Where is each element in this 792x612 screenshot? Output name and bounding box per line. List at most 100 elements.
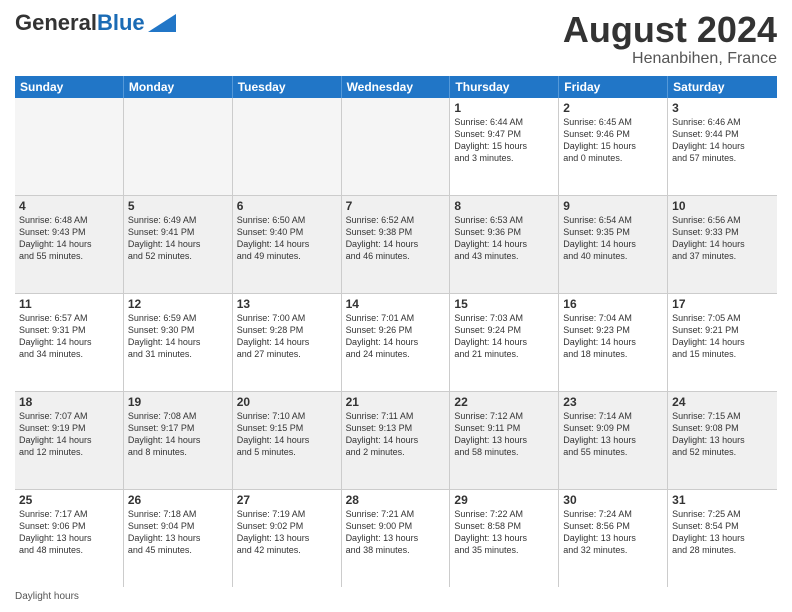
- calendar-cell: 26Sunrise: 7:18 AM Sunset: 9:04 PM Dayli…: [124, 490, 233, 587]
- day-number: 14: [346, 297, 446, 311]
- calendar-cell: 20Sunrise: 7:10 AM Sunset: 9:15 PM Dayli…: [233, 392, 342, 489]
- cell-info: Sunrise: 7:07 AM Sunset: 9:19 PM Dayligh…: [19, 410, 119, 459]
- calendar-cell: [233, 98, 342, 195]
- calendar: SundayMondayTuesdayWednesdayThursdayFrid…: [15, 76, 777, 587]
- day-number: 28: [346, 493, 446, 507]
- calendar-cell: [15, 98, 124, 195]
- cell-info: Sunrise: 6:56 AM Sunset: 9:33 PM Dayligh…: [672, 214, 773, 263]
- calendar-cell: 12Sunrise: 6:59 AM Sunset: 9:30 PM Dayli…: [124, 294, 233, 391]
- cell-info: Sunrise: 7:17 AM Sunset: 9:06 PM Dayligh…: [19, 508, 119, 557]
- day-number: 24: [672, 395, 773, 409]
- day-number: 27: [237, 493, 337, 507]
- cell-info: Sunrise: 6:59 AM Sunset: 9:30 PM Dayligh…: [128, 312, 228, 361]
- location: Henanbihen, France: [563, 50, 777, 68]
- cell-info: Sunrise: 7:12 AM Sunset: 9:11 PM Dayligh…: [454, 410, 554, 459]
- cell-info: Sunrise: 7:25 AM Sunset: 8:54 PM Dayligh…: [672, 508, 773, 557]
- day-number: 21: [346, 395, 446, 409]
- calendar-cell: 27Sunrise: 7:19 AM Sunset: 9:02 PM Dayli…: [233, 490, 342, 587]
- cell-info: Sunrise: 7:05 AM Sunset: 9:21 PM Dayligh…: [672, 312, 773, 361]
- calendar-week-4: 18Sunrise: 7:07 AM Sunset: 9:19 PM Dayli…: [15, 392, 777, 490]
- cell-info: Sunrise: 7:24 AM Sunset: 8:56 PM Dayligh…: [563, 508, 663, 557]
- calendar-week-1: 1Sunrise: 6:44 AM Sunset: 9:47 PM Daylig…: [15, 98, 777, 196]
- cell-info: Sunrise: 7:03 AM Sunset: 9:24 PM Dayligh…: [454, 312, 554, 361]
- cell-info: Sunrise: 7:01 AM Sunset: 9:26 PM Dayligh…: [346, 312, 446, 361]
- calendar-cell: 9Sunrise: 6:54 AM Sunset: 9:35 PM Daylig…: [559, 196, 668, 293]
- calendar-cell: 22Sunrise: 7:12 AM Sunset: 9:11 PM Dayli…: [450, 392, 559, 489]
- cell-info: Sunrise: 6:48 AM Sunset: 9:43 PM Dayligh…: [19, 214, 119, 263]
- day-header-monday: Monday: [124, 76, 233, 98]
- cell-info: Sunrise: 7:19 AM Sunset: 9:02 PM Dayligh…: [237, 508, 337, 557]
- page: GeneralBlue August 2024 Henanbihen, Fran…: [0, 0, 792, 612]
- cell-info: Sunrise: 6:54 AM Sunset: 9:35 PM Dayligh…: [563, 214, 663, 263]
- logo-icon: [148, 14, 176, 32]
- cell-info: Sunrise: 7:11 AM Sunset: 9:13 PM Dayligh…: [346, 410, 446, 459]
- cell-info: Sunrise: 6:44 AM Sunset: 9:47 PM Dayligh…: [454, 116, 554, 165]
- cell-info: Sunrise: 6:53 AM Sunset: 9:36 PM Dayligh…: [454, 214, 554, 263]
- cell-info: Sunrise: 7:21 AM Sunset: 9:00 PM Dayligh…: [346, 508, 446, 557]
- header: GeneralBlue August 2024 Henanbihen, Fran…: [15, 10, 777, 68]
- day-number: 8: [454, 199, 554, 213]
- day-header-friday: Friday: [559, 76, 668, 98]
- day-number: 16: [563, 297, 663, 311]
- calendar-cell: 18Sunrise: 7:07 AM Sunset: 9:19 PM Dayli…: [15, 392, 124, 489]
- day-number: 3: [672, 101, 773, 115]
- cell-info: Sunrise: 6:57 AM Sunset: 9:31 PM Dayligh…: [19, 312, 119, 361]
- calendar-cell: 8Sunrise: 6:53 AM Sunset: 9:36 PM Daylig…: [450, 196, 559, 293]
- footer-note: Daylight hours: [15, 591, 777, 602]
- cell-info: Sunrise: 7:10 AM Sunset: 9:15 PM Dayligh…: [237, 410, 337, 459]
- calendar-cell: 24Sunrise: 7:15 AM Sunset: 9:08 PM Dayli…: [668, 392, 777, 489]
- day-number: 17: [672, 297, 773, 311]
- day-number: 5: [128, 199, 228, 213]
- calendar-cell: 7Sunrise: 6:52 AM Sunset: 9:38 PM Daylig…: [342, 196, 451, 293]
- day-header-thursday: Thursday: [450, 76, 559, 98]
- day-number: 29: [454, 493, 554, 507]
- calendar-cell: 15Sunrise: 7:03 AM Sunset: 9:24 PM Dayli…: [450, 294, 559, 391]
- cell-info: Sunrise: 7:18 AM Sunset: 9:04 PM Dayligh…: [128, 508, 228, 557]
- calendar-cell: [342, 98, 451, 195]
- day-number: 19: [128, 395, 228, 409]
- day-header-sunday: Sunday: [15, 76, 124, 98]
- day-number: 23: [563, 395, 663, 409]
- calendar-cell: 29Sunrise: 7:22 AM Sunset: 8:58 PM Dayli…: [450, 490, 559, 587]
- calendar-cell: 31Sunrise: 7:25 AM Sunset: 8:54 PM Dayli…: [668, 490, 777, 587]
- calendar-week-2: 4Sunrise: 6:48 AM Sunset: 9:43 PM Daylig…: [15, 196, 777, 294]
- calendar-cell: 17Sunrise: 7:05 AM Sunset: 9:21 PM Dayli…: [668, 294, 777, 391]
- calendar-cell: [124, 98, 233, 195]
- logo: GeneralBlue: [15, 10, 176, 36]
- day-number: 10: [672, 199, 773, 213]
- calendar-cell: 23Sunrise: 7:14 AM Sunset: 9:09 PM Dayli…: [559, 392, 668, 489]
- calendar-cell: 28Sunrise: 7:21 AM Sunset: 9:00 PM Dayli…: [342, 490, 451, 587]
- day-number: 22: [454, 395, 554, 409]
- calendar-cell: 21Sunrise: 7:11 AM Sunset: 9:13 PM Dayli…: [342, 392, 451, 489]
- calendar-cell: 1Sunrise: 6:44 AM Sunset: 9:47 PM Daylig…: [450, 98, 559, 195]
- day-header-saturday: Saturday: [668, 76, 777, 98]
- month-year: August 2024: [563, 10, 777, 50]
- calendar-cell: 5Sunrise: 6:49 AM Sunset: 9:41 PM Daylig…: [124, 196, 233, 293]
- day-number: 20: [237, 395, 337, 409]
- cell-info: Sunrise: 7:00 AM Sunset: 9:28 PM Dayligh…: [237, 312, 337, 361]
- day-number: 12: [128, 297, 228, 311]
- day-number: 25: [19, 493, 119, 507]
- calendar-cell: 4Sunrise: 6:48 AM Sunset: 9:43 PM Daylig…: [15, 196, 124, 293]
- day-number: 4: [19, 199, 119, 213]
- calendar-cell: 2Sunrise: 6:45 AM Sunset: 9:46 PM Daylig…: [559, 98, 668, 195]
- title-block: August 2024 Henanbihen, France: [563, 10, 777, 68]
- calendar-cell: 19Sunrise: 7:08 AM Sunset: 9:17 PM Dayli…: [124, 392, 233, 489]
- cell-info: Sunrise: 6:50 AM Sunset: 9:40 PM Dayligh…: [237, 214, 337, 263]
- cell-info: Sunrise: 7:08 AM Sunset: 9:17 PM Dayligh…: [128, 410, 228, 459]
- day-number: 18: [19, 395, 119, 409]
- calendar-cell: 11Sunrise: 6:57 AM Sunset: 9:31 PM Dayli…: [15, 294, 124, 391]
- day-number: 15: [454, 297, 554, 311]
- logo-blue: Blue: [97, 10, 145, 36]
- calendar-cell: 30Sunrise: 7:24 AM Sunset: 8:56 PM Dayli…: [559, 490, 668, 587]
- calendar-cell: 3Sunrise: 6:46 AM Sunset: 9:44 PM Daylig…: [668, 98, 777, 195]
- day-number: 11: [19, 297, 119, 311]
- calendar-cell: 10Sunrise: 6:56 AM Sunset: 9:33 PM Dayli…: [668, 196, 777, 293]
- day-header-tuesday: Tuesday: [233, 76, 342, 98]
- calendar-week-3: 11Sunrise: 6:57 AM Sunset: 9:31 PM Dayli…: [15, 294, 777, 392]
- cell-info: Sunrise: 7:14 AM Sunset: 9:09 PM Dayligh…: [563, 410, 663, 459]
- calendar-week-5: 25Sunrise: 7:17 AM Sunset: 9:06 PM Dayli…: [15, 490, 777, 587]
- day-number: 6: [237, 199, 337, 213]
- calendar-body: 1Sunrise: 6:44 AM Sunset: 9:47 PM Daylig…: [15, 98, 777, 587]
- cell-info: Sunrise: 7:04 AM Sunset: 9:23 PM Dayligh…: [563, 312, 663, 361]
